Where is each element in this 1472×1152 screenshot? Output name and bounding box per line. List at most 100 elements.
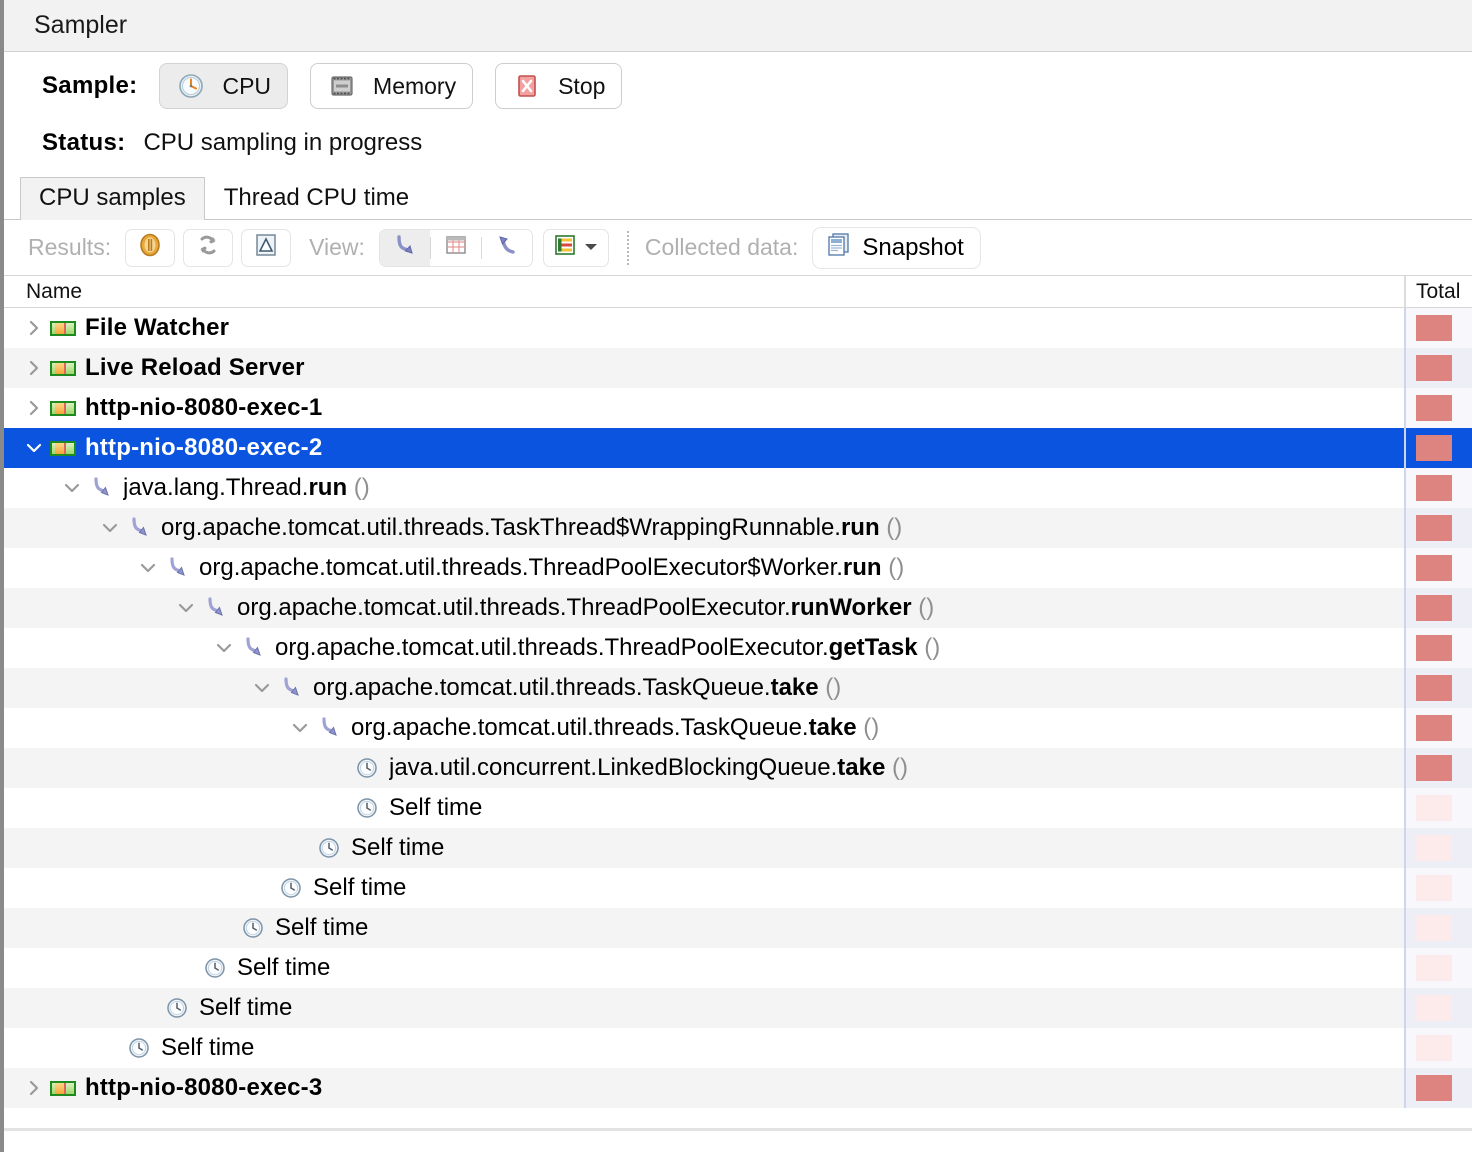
toolbar-dotted-separator [626,230,629,265]
row-label: Self time [275,914,369,941]
results-label: Results: [28,234,112,260]
row-label: Self time [199,994,293,1021]
chevron-down-icon[interactable] [210,640,238,656]
table-row[interactable]: Self time [4,828,1472,868]
table-row[interactable]: http-nio-8080-exec-3 [4,1068,1472,1108]
row-name-cell: org.apache.tomcat.util.threads.TaskQueue… [4,708,1404,748]
row-name-cell: org.apache.tomcat.util.threads.ThreadPoo… [4,588,1404,628]
sampler-controls-panel: Sample: CPU Memory Stop Status: CPU samp… [4,52,1472,166]
clock-icon [176,73,206,99]
table-row[interactable]: http-nio-8080-exec-2 [4,428,1472,468]
total-time-bar [1416,475,1452,501]
chevron-down-icon[interactable] [172,600,200,616]
row-label: Self time [313,874,407,901]
call-tree-arrow-icon [392,232,418,263]
total-time-bar [1416,875,1452,901]
clock-icon [124,1037,154,1059]
chevron-down-icon[interactable] [58,480,86,496]
table-row[interactable]: http-nio-8080-exec-1 [4,388,1472,428]
sample-memory-button[interactable]: Memory [310,63,474,109]
page-title: Sampler [34,11,128,39]
row-label: File Watcher [85,314,230,341]
table-row[interactable]: org.apache.tomcat.util.threads.ThreadPoo… [4,628,1472,668]
sample-cpu-button[interactable]: CPU [159,63,289,109]
tab-thread-cpu-time[interactable]: Thread CPU time [205,177,428,220]
chevron-down-icon[interactable] [96,520,124,536]
row-total-cell [1404,388,1472,428]
view-hot-spots-button[interactable] [430,229,481,266]
refresh-results-button[interactable] [183,228,234,267]
row-label: Self time [237,954,331,981]
table-row[interactable]: org.apache.tomcat.util.threads.ThreadPoo… [4,588,1472,628]
row-label: java.lang.Thread.run () [123,474,370,501]
aggregation-dropdown[interactable] [542,228,609,267]
row-name-cell: http-nio-8080-exec-1 [4,388,1404,428]
chevron-down-icon[interactable] [134,560,162,576]
chevron-right-icon[interactable] [20,399,48,417]
total-time-bar [1416,715,1452,741]
method-icon [200,596,230,620]
chevron-down-icon[interactable] [20,440,48,456]
row-name-cell: http-nio-8080-exec-2 [4,428,1404,468]
row-name-cell: java.lang.Thread.run () [4,468,1404,508]
sample-label: Sample: [42,72,138,99]
clock-icon [238,917,268,939]
tab-cpu-samples-label: CPU samples [39,184,186,211]
table-row[interactable]: org.apache.tomcat.util.threads.TaskQueue… [4,668,1472,708]
snapshot-button[interactable]: Snapshot [812,226,981,269]
chevron-right-icon[interactable] [20,1079,48,1097]
chevron-right-icon[interactable] [20,359,48,377]
column-header-name[interactable]: Name [4,280,1404,304]
row-total-cell [1404,788,1472,828]
delta-results-button[interactable] [241,228,292,267]
total-time-bar [1416,355,1452,381]
table-row[interactable]: org.apache.tomcat.util.threads.ThreadPoo… [4,548,1472,588]
table-row[interactable]: Self time [4,788,1472,828]
snapshot-icon [825,231,852,265]
aggregation-icon [552,232,578,263]
status-label: Status: [42,129,126,156]
column-header-total[interactable]: Total [1404,276,1472,307]
view-call-tree-button[interactable] [379,229,430,266]
chevron-down-icon[interactable] [248,680,276,696]
call-tree[interactable]: File Watcher Live Reload Server http-nio-8… [4,308,1472,1128]
chevron-right-icon[interactable] [20,319,48,337]
table-row[interactable]: org.apache.tomcat.util.threads.TaskThrea… [4,508,1472,548]
clock-icon [352,757,382,779]
clock-icon [276,877,306,899]
table-row[interactable]: java.util.concurrent.LinkedBlockingQueue… [4,748,1472,788]
stop-x-icon [512,73,542,99]
tab-cpu-samples[interactable]: CPU samples [20,177,205,220]
row-label: org.apache.tomcat.util.threads.ThreadPoo… [199,554,905,581]
table-row[interactable]: java.lang.Thread.run () [4,468,1472,508]
table-row[interactable]: Self time [4,1028,1472,1068]
sample-stop-label: Stop [558,72,606,99]
row-name-cell: org.apache.tomcat.util.threads.TaskQueue… [4,668,1404,708]
table-row[interactable]: Self time [4,988,1472,1028]
row-total-cell [1404,908,1472,948]
sample-stop-button[interactable]: Stop [495,63,623,109]
table-row[interactable]: Self time [4,868,1472,908]
method-icon [238,636,268,660]
table-row[interactable]: File Watcher [4,308,1472,348]
table-row[interactable]: Self time [4,908,1472,948]
chevron-down-icon [584,239,598,257]
table-row[interactable]: org.apache.tomcat.util.threads.TaskQueue… [4,708,1472,748]
row-total-cell [1404,508,1472,548]
row-total-cell [1404,708,1472,748]
row-total-cell [1404,428,1472,468]
method-icon [86,476,116,500]
pause-results-button[interactable] [125,228,176,267]
row-total-cell [1404,468,1472,508]
view-back-traces-button[interactable] [481,229,532,266]
row-name-cell: org.apache.tomcat.util.threads.ThreadPoo… [4,628,1404,668]
table-row[interactable]: Self time [4,948,1472,988]
method-icon [314,716,344,740]
table-header: Name Total [4,276,1472,308]
row-label: Self time [351,834,445,861]
chevron-down-icon[interactable] [286,720,314,736]
row-name-cell: Self time [4,828,1404,868]
row-name-cell: Self time [4,788,1404,828]
row-total-cell [1404,548,1472,588]
table-row[interactable]: Live Reload Server [4,348,1472,388]
